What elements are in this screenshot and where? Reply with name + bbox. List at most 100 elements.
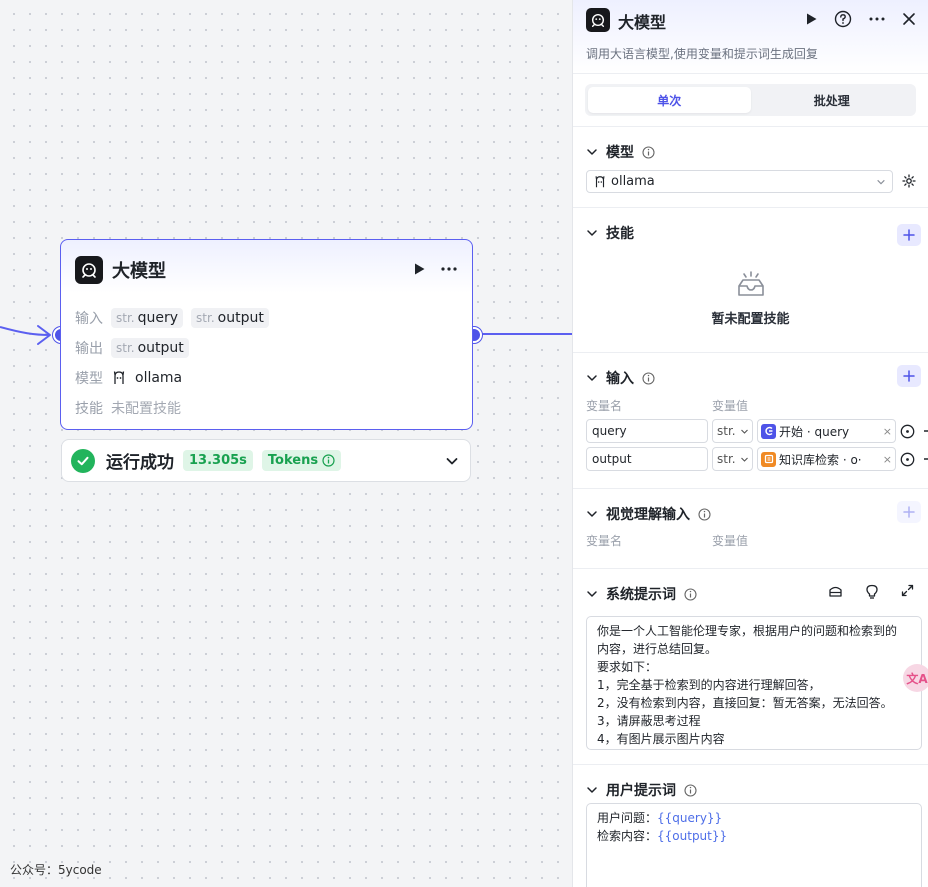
node-output-row: 输出 str. output [75, 333, 269, 363]
var-name-input[interactable]: query [586, 419, 708, 443]
remove-var-icon[interactable] [921, 430, 928, 432]
variable-picker-icon[interactable] [900, 452, 915, 467]
ollama-icon [593, 175, 607, 189]
ollama-icon [111, 370, 127, 386]
node-config-panel: 大模型 调用大语言模型,使用变量和提示词生成回复 单次 批处理 模型 ollam… [572, 0, 928, 887]
info-icon [684, 587, 697, 601]
tab-single[interactable]: 单次 [588, 87, 751, 113]
model-section-title: 模型 [606, 145, 634, 161]
input-column-labels: 变量名 变量值 [586, 399, 749, 413]
clear-ref-icon[interactable]: × [883, 453, 892, 466]
tab-batch[interactable]: 批处理 [751, 87, 914, 113]
expand-icon[interactable] [901, 584, 914, 599]
user-prompt-editor[interactable]: 用户问题：{{query}} 检索内容：{{output}} [586, 803, 922, 887]
run-node-icon[interactable] [412, 262, 426, 276]
template-icon[interactable] [828, 584, 843, 599]
success-check-icon [71, 448, 95, 473]
skill-section-title: 技能 [606, 226, 634, 242]
more-icon[interactable] [440, 262, 458, 276]
info-icon [642, 371, 655, 385]
chevron-down-icon [586, 784, 598, 796]
user-prompt-header[interactable]: 用户提示词 [586, 780, 697, 800]
skill-empty-text: 暂未配置技能 [711, 312, 790, 327]
watermark: 公众号：5ycode [10, 863, 102, 877]
user-prompt-title: 用户提示词 [606, 783, 676, 799]
node-title: 大模型 [112, 261, 166, 282]
add-input-button[interactable] [897, 365, 921, 387]
info-icon [698, 507, 711, 521]
node-input-row: 输入 str. query str. output [75, 303, 269, 333]
panel-description: 调用大语言模型,使用变量和提示词生成回复 [586, 47, 818, 61]
var-value-ref[interactable]: 开始 · query × [757, 419, 896, 443]
model-section-header[interactable]: 模型 [586, 142, 655, 162]
vision-section: 视觉理解输入 变量名 变量值 [573, 489, 928, 569]
more-icon[interactable] [868, 12, 886, 26]
add-skill-button[interactable] [897, 224, 921, 246]
skill-empty-state: 暂未配置技能 [573, 270, 928, 327]
output-var-tag: str. output [111, 338, 189, 358]
skill-section-header[interactable]: 技能 [586, 223, 634, 243]
skill-value: 未配置技能 [111, 401, 181, 417]
input-var-tag: str. query [111, 308, 184, 328]
run-icon[interactable] [804, 12, 818, 26]
chevron-down-icon [876, 177, 886, 187]
remove-var-icon[interactable] [921, 458, 928, 460]
skill-label: 技能 [75, 401, 103, 417]
input-var-tag: str. output [191, 308, 269, 328]
llm-logo-icon [586, 8, 610, 32]
chevron-down-icon [586, 372, 598, 384]
input-label: 输入 [75, 311, 103, 327]
close-icon[interactable] [902, 12, 916, 26]
help-icon[interactable] [834, 10, 852, 28]
chevron-down-icon[interactable] [445, 454, 459, 468]
input-var-row: query str. 开始 · query × [586, 419, 928, 443]
model-select[interactable]: ollama [586, 170, 893, 193]
var-type-select[interactable]: str. [712, 419, 753, 443]
translate-button[interactable]: 文A [903, 664, 928, 692]
var-name-input[interactable]: output [586, 447, 708, 471]
input-section-title: 输入 [606, 371, 634, 387]
clear-ref-icon[interactable]: × [883, 425, 892, 438]
user-prompt-section: 用户提示词 用户问题：{{query}} 检索内容：{{output}} [573, 765, 928, 887]
input-section-header[interactable]: 输入 [586, 368, 655, 388]
system-prompt-editor[interactable]: 你是一个人工智能伦理专家，根据用户的问题和检索到的 内容，进行总结回复。 要求如… [586, 616, 922, 750]
panel-header: 大模型 调用大语言模型,使用变量和提示词生成回复 [573, 0, 928, 74]
system-prompt-title: 系统提示词 [606, 587, 676, 603]
llm-logo-icon [75, 256, 103, 284]
output-label: 输出 [75, 341, 103, 357]
info-icon [322, 454, 335, 467]
vision-section-header[interactable]: 视觉理解输入 [586, 504, 711, 524]
skill-section: 技能 暂未配置技能 [573, 208, 928, 353]
node-skill-row: 技能 未配置技能 [75, 393, 269, 423]
model-value: ollama [135, 370, 183, 386]
input-var-row: output str. 知识库检索 · o· × [586, 447, 928, 471]
knowledge-node-icon [761, 451, 776, 467]
llm-node[interactable]: 大模型 输入 str. query str. output 输出 str. outpu… [60, 239, 473, 430]
tokens-badge[interactable]: Tokens [261, 450, 342, 471]
vision-section-title: 视觉理解输入 [606, 507, 690, 523]
chevron-down-icon [586, 227, 598, 239]
system-prompt-header[interactable]: 系统提示词 [586, 584, 697, 604]
lightbulb-icon[interactable] [865, 584, 879, 599]
model-label: 模型 [75, 371, 103, 387]
info-icon [684, 783, 697, 797]
panel-title: 大模型 [618, 13, 667, 32]
model-settings-icon[interactable] [902, 174, 916, 188]
node-model-row: 模型 ollama [75, 363, 269, 393]
run-status-bar[interactable]: 运行成功 13.305s Tokens [61, 439, 471, 482]
run-status-text: 运行成功 [106, 453, 174, 473]
add-vision-input-button[interactable] [897, 501, 921, 523]
chevron-down-icon [586, 146, 598, 158]
var-value-ref[interactable]: 知识库检索 · o· × [757, 447, 896, 471]
info-icon [642, 145, 655, 159]
var-type-select[interactable]: str. [712, 447, 753, 471]
chevron-down-icon [586, 508, 598, 520]
variable-picker-icon[interactable] [900, 424, 915, 439]
system-prompt-section: 系统提示词 你是一个人工智能伦理专家，根据用户的问题和检索到的 内容，进行总结回… [573, 569, 928, 765]
input-section: 输入 变量名 变量值 query str. 开始 · query × output… [573, 353, 928, 489]
empty-box-icon [736, 270, 766, 298]
start-node-icon [761, 423, 776, 439]
chevron-down-icon [586, 588, 598, 600]
model-select-value: ollama [611, 174, 655, 189]
mode-tabs: 单次 批处理 [585, 84, 916, 116]
